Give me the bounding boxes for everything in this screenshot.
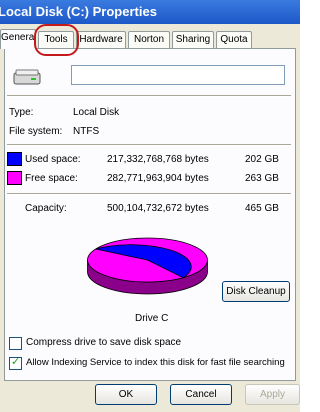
tab-hardware[interactable]: Hardware [76,31,126,48]
type-value: Local Disk [73,107,120,118]
disk-cleanup-button[interactable]: Disk Cleanup [222,281,290,302]
capacity-label: Capacity: [25,203,67,214]
used-space-gb: 202 GB [245,154,279,165]
volume-label-field[interactable] [71,65,285,85]
tools-tab-highlight [34,24,79,56]
divider [7,193,291,195]
file-system-label: File system: [9,126,63,137]
free-space-gb: 263 GB [245,173,279,184]
type-label: Type: [9,107,34,118]
indexing-service-label: Allow Indexing Service to index this dis… [26,357,285,368]
indexing-service-checkbox[interactable] [9,355,22,370]
apply-button[interactable]: Apply [245,384,300,405]
free-space-swatch [7,171,22,185]
used-space-label: Used space: [25,154,81,165]
tab-sharing[interactable]: Sharing [172,31,214,48]
general-tab-panel: Type: Local Disk File system: NTFS Used … [4,48,296,381]
free-space-label: Free space: [25,173,78,184]
divider [7,95,291,97]
divider [7,144,291,146]
capacity-gb: 465 GB [245,203,279,214]
ok-button[interactable]: OK [95,384,157,405]
tab-quota[interactable]: Quota [216,31,252,48]
title-bar: Local Disk (C:) Properties [0,0,300,24]
capacity-bytes: 500,104,732,672 bytes [107,203,209,214]
window-title: Local Disk (C:) Properties [0,4,157,19]
used-space-bytes: 217,332,768,768 bytes [107,154,209,165]
drive-icon [13,69,41,85]
cancel-button[interactable]: Cancel [170,384,232,405]
free-space-bytes: 282,771,963,904 bytes [107,173,209,184]
compress-drive-checkbox[interactable] [9,337,22,350]
compress-drive-label: Compress drive to save disk space [26,337,182,348]
used-space-swatch [7,152,22,166]
disk-usage-pie [87,237,208,295]
tab-general[interactable]: General [0,29,36,49]
drive-name-label: Drive C [135,313,169,324]
file-system-value: NTFS [73,126,100,137]
tab-norton[interactable]: Norton [128,31,170,48]
